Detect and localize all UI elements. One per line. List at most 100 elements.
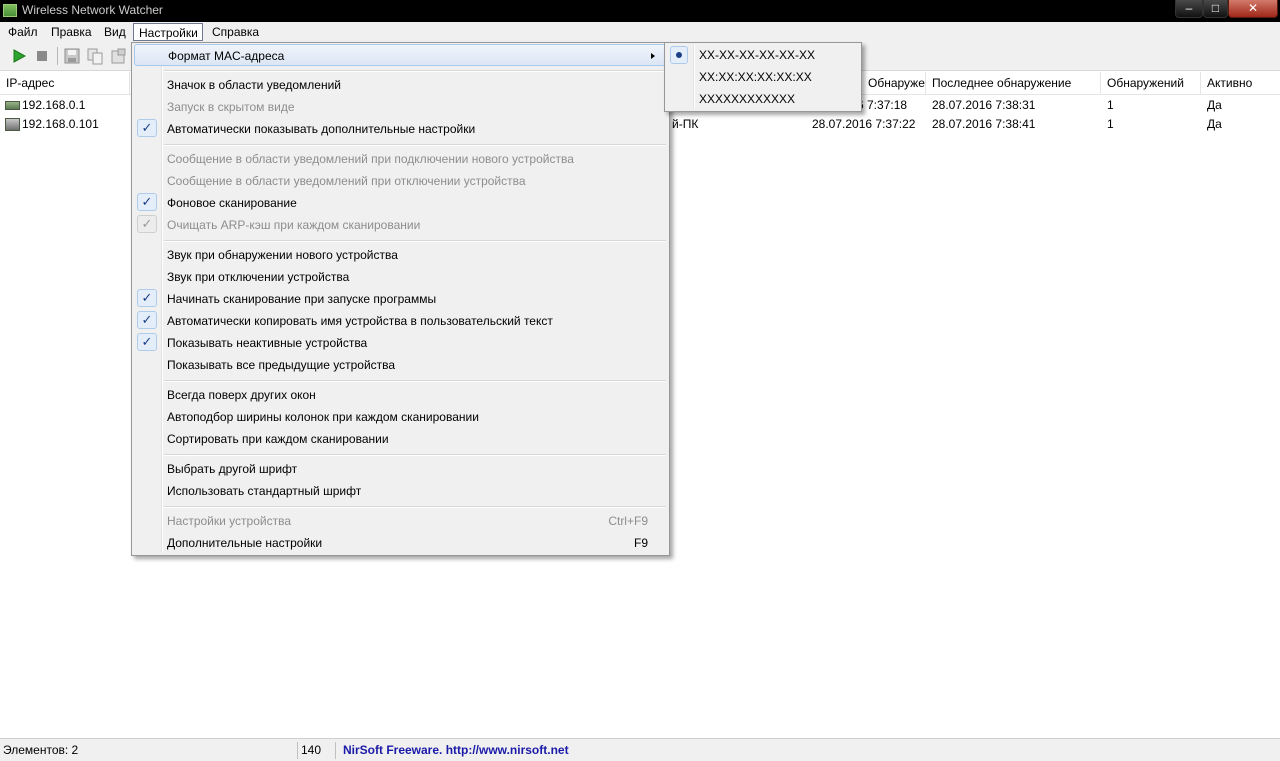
radio-dot-icon xyxy=(670,46,688,64)
maximize-button[interactable]: □ xyxy=(1203,0,1228,18)
column-last-detected[interactable]: Последнее обнаружение xyxy=(926,72,1101,94)
cell-last-detected: 28.07.2016 7:38:31 xyxy=(932,98,1036,112)
menu-separator xyxy=(164,380,666,382)
stop-scan-button[interactable] xyxy=(33,47,51,65)
menu-item-label: Использовать стандартный шрифт xyxy=(167,484,362,498)
menu-item-label: Дополнительные настройки xyxy=(167,536,323,550)
menu-item-device-settings[interactable]: Настройки устройства Ctrl+F9 xyxy=(134,510,667,532)
menu-item-scan-on-start[interactable]: ✓ Начинать сканирование при запуске прог… xyxy=(134,288,667,310)
close-button[interactable]: ✕ xyxy=(1228,0,1278,18)
submenu-item-label: XX-XX-XX-XX-XX-XX xyxy=(699,48,816,62)
cell-last-detected: 28.07.2016 7:38:41 xyxy=(932,117,1036,131)
cell-active: Да xyxy=(1207,117,1222,131)
menu-separator xyxy=(164,240,666,242)
menu-item-sound-new-device[interactable]: Звук при обнаружении нового устройства xyxy=(134,244,667,266)
menu-item-notify-connect[interactable]: Сообщение в области уведомлений при подк… xyxy=(134,148,667,170)
menu-item-tray-icon[interactable]: Значок в области уведомлений xyxy=(134,74,667,96)
copy-button[interactable] xyxy=(86,47,104,65)
cell-active: Да xyxy=(1207,98,1222,112)
settings-menu: Формат MAC-адреса Значок в области уведо… xyxy=(131,42,670,556)
menu-item-always-on-top[interactable]: Всегда поверх других окон xyxy=(134,384,667,406)
save-icon xyxy=(64,48,80,64)
menu-settings[interactable]: Настройки xyxy=(133,23,203,41)
nirsoft-link[interactable]: NirSoft Freeware. http://www.nirsoft.net xyxy=(340,742,640,759)
menu-separator xyxy=(164,70,666,72)
column-active[interactable]: Активно xyxy=(1201,72,1280,94)
status-item-count: Элементов: 2 xyxy=(0,742,298,759)
menu-item-sort-on-scan[interactable]: Сортировать при каждом сканировании xyxy=(134,428,667,450)
menu-item-label: Сообщение в области уведомлений при подк… xyxy=(167,152,574,166)
menu-item-label: Автоматически копировать имя устройства … xyxy=(167,314,553,328)
menu-item-notify-disconnect[interactable]: Сообщение в области уведомлений при откл… xyxy=(134,170,667,192)
submenu-item-label: XXXXXXXXXXXX xyxy=(699,92,796,106)
menu-item-auto-copy-name[interactable]: ✓ Автоматически копировать имя устройств… xyxy=(134,310,667,332)
checkmark-icon: ✓ xyxy=(137,311,157,329)
app-icon xyxy=(3,4,17,17)
toolbar-separator xyxy=(57,47,58,65)
menu-item-choose-font[interactable]: Выбрать другой шрифт xyxy=(134,458,667,480)
cell-detection-count: 1 xyxy=(1107,117,1114,131)
menu-item-label: Автоподбор ширины колонок при каждом ска… xyxy=(167,410,479,424)
menu-item-label: Очищать ARP-кэш при каждом сканировании xyxy=(167,218,421,232)
mac-format-submenu: XX-XX-XX-XX-XX-XX XX:XX:XX:XX:XX:XX XXXX… xyxy=(664,42,862,112)
stop-icon xyxy=(37,51,47,61)
menu-item-auto-advanced-options[interactable]: ✓ Автоматически показывать дополнительны… xyxy=(134,118,667,140)
cell-detection-count: 1 xyxy=(1107,98,1114,112)
menu-bar: Файл Правка Вид Настройки Справка xyxy=(0,22,1280,42)
menu-item-label: Запуск в скрытом виде xyxy=(167,100,295,114)
start-scan-button[interactable] xyxy=(10,47,28,65)
menu-item-show-inactive[interactable]: ✓ Показывать неактивные устройства xyxy=(134,332,667,354)
save-button[interactable] xyxy=(63,47,81,65)
submenu-item-colon-format[interactable]: XX:XX:XX:XX:XX:XX xyxy=(667,66,859,88)
menu-item-autosize-columns[interactable]: Автоподбор ширины колонок при каждом ска… xyxy=(134,406,667,428)
window-title: Wireless Network Watcher xyxy=(22,3,163,17)
menu-item-label: Начинать сканирование при запуске програ… xyxy=(167,292,437,306)
menu-item-label: Всегда поверх других окон xyxy=(167,388,316,402)
menu-item-shortcut: F9 xyxy=(633,536,648,550)
properties-button[interactable] xyxy=(109,47,127,65)
menu-separator xyxy=(164,144,666,146)
cell-ip: 192.168.0.101 xyxy=(22,117,99,131)
menu-file[interactable]: Файл xyxy=(3,23,43,41)
menu-view[interactable]: Вид xyxy=(99,23,131,41)
column-ip[interactable]: IP-адрес xyxy=(0,72,130,94)
copy-icon xyxy=(87,48,103,65)
menu-item-show-all-previous[interactable]: Показывать все предыдущие устройства xyxy=(134,354,667,376)
menu-item-label: Сортировать при каждом сканировании xyxy=(167,432,389,446)
menu-item-mac-format[interactable]: Формат MAC-адреса xyxy=(134,44,667,66)
status-bar: Элементов: 2 140 NirSoft Freeware. http:… xyxy=(0,738,1280,761)
title-bar: Wireless Network Watcher ‒ □ ✕ xyxy=(0,0,1280,22)
submenu-item-dash-format[interactable]: XX-XX-XX-XX-XX-XX xyxy=(667,44,859,66)
router-icon xyxy=(5,101,20,110)
menu-edit[interactable]: Правка xyxy=(46,23,97,41)
menu-item-start-hidden[interactable]: Запуск в скрытом виде xyxy=(134,96,667,118)
menu-item-label: Звук при обнаружении нового устройства xyxy=(167,248,398,262)
properties-icon xyxy=(111,48,126,64)
cell-first-detected: 28.07.2016 7:37:22 xyxy=(812,117,916,131)
column-first-detected[interactable]: Обнаруже... xyxy=(862,72,926,94)
play-icon xyxy=(13,49,27,63)
menu-separator xyxy=(164,506,666,508)
submenu-arrow-icon xyxy=(651,53,655,59)
computer-icon xyxy=(5,118,20,131)
checkmark-icon: ✓ xyxy=(137,215,157,233)
column-detection-count[interactable]: Обнаружений xyxy=(1101,72,1201,94)
menu-item-label: Показывать неактивные устройства xyxy=(167,336,368,350)
checkmark-icon: ✓ xyxy=(137,193,157,211)
minimize-button[interactable]: ‒ xyxy=(1175,0,1203,18)
menu-help[interactable]: Справка xyxy=(207,23,264,41)
checkmark-icon: ✓ xyxy=(137,333,157,351)
menu-item-sound-disconnect[interactable]: Звук при отключении устройства xyxy=(134,266,667,288)
cell-device-name: й-ПК xyxy=(672,117,699,131)
menu-item-shortcut: Ctrl+F9 xyxy=(608,514,648,528)
menu-item-label: Выбрать другой шрифт xyxy=(167,462,298,476)
menu-item-clear-arp[interactable]: ✓ Очищать ARP-кэш при каждом сканировани… xyxy=(134,214,667,236)
submenu-item-plain-format[interactable]: XXXXXXXXXXXX xyxy=(667,88,859,110)
menu-item-label: Фоновое сканирование xyxy=(167,196,297,210)
menu-item-default-font[interactable]: Использовать стандартный шрифт xyxy=(134,480,667,502)
menu-item-background-scan[interactable]: ✓ Фоновое сканирование xyxy=(134,192,667,214)
menu-item-label: Настройки устройства xyxy=(167,514,291,528)
menu-item-advanced-options[interactable]: Дополнительные настройки F9 xyxy=(134,532,667,554)
menu-item-label: Значок в области уведомлений xyxy=(167,78,342,92)
submenu-item-label: XX:XX:XX:XX:XX:XX xyxy=(699,70,812,84)
